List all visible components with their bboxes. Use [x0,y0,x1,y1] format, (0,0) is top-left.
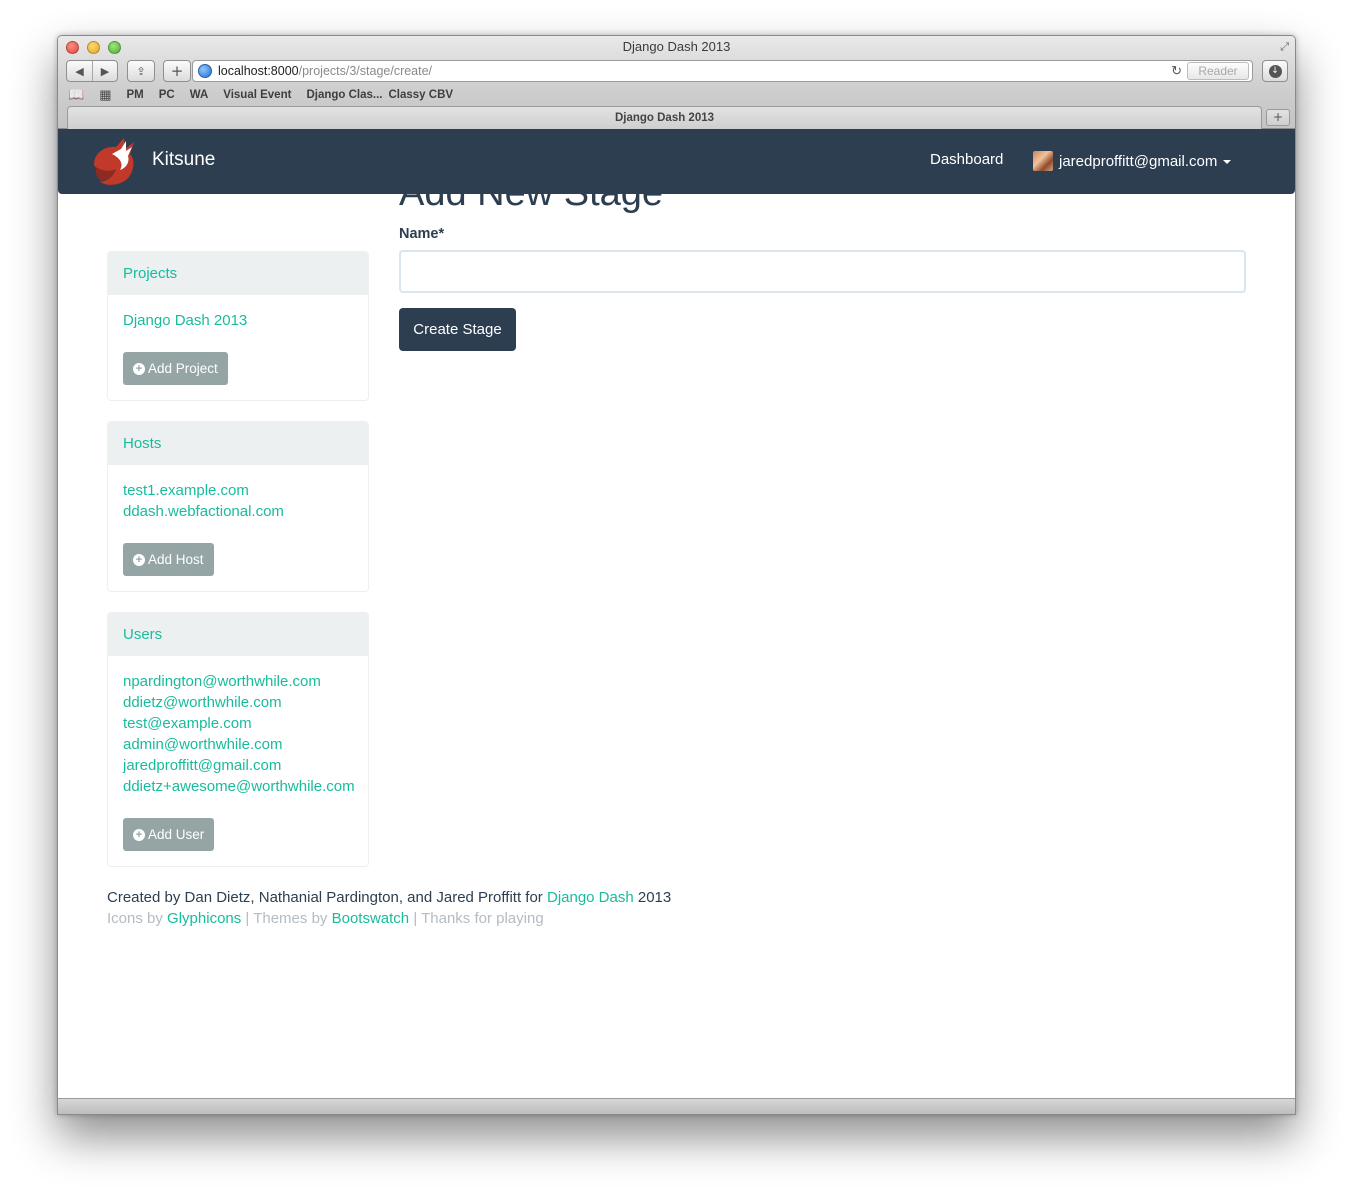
bookmark-item[interactable]: Django Clas... [306,89,382,101]
footer-attribution: Icons by Glyphicons | Themes by Bootswat… [107,908,671,929]
users-panel: Users npardington@worthwhile.com ddietz@… [107,612,369,867]
bootswatch-link[interactable]: Bootswatch [332,910,410,927]
status-bar [58,1098,1295,1114]
reading-list-icon[interactable]: 📖 [68,87,84,103]
credits-text: Created by Dan Dietz, Nathanial Pardingt… [107,889,543,906]
window-title: Django Dash 2013 [622,39,731,54]
icons-by-text: Icons by [107,910,163,927]
plus-icon: + [170,62,184,80]
user-email: jaredproffitt@gmail.com [1059,152,1218,170]
user-link[interactable]: admin@worthwhile.com [123,734,353,755]
downloads-button[interactable]: ↓ [1262,60,1288,82]
users-body: npardington@worthwhile.com ddietz@worthw… [108,656,368,866]
user-link[interactable]: npardington@worthwhile.com [123,671,353,692]
download-icon: ↓ [1268,64,1282,78]
new-tab-icon[interactable]: + [1266,109,1290,126]
project-link[interactable]: Django Dash 2013 [123,310,353,331]
bookmarks-bar: 📖 ▦ PM PC WA Visual Event Django Clas...… [68,86,453,104]
user-link[interactable]: jaredproffitt@gmail.com [123,755,353,776]
top-sites-icon[interactable]: ▦ [99,87,111,103]
user-link[interactable]: test@example.com [123,713,353,734]
glyphicons-link[interactable]: Glyphicons [167,910,241,927]
browser-chrome: Django Dash 2013 ⤢ ◀ ▶ ⇪ + localhost:800… [58,36,1295,129]
url-text: localhost:8000/projects/3/stage/create/ [218,61,432,81]
back-icon[interactable]: ◀ [67,61,92,81]
forward-icon[interactable]: ▶ [92,61,117,81]
projects-body: Django Dash 2013 + Add Project [108,295,368,400]
thanks-text: | Thanks for playing [413,910,544,927]
host-link[interactable]: test1.example.com [123,480,353,501]
plus-circle-icon: + [133,553,145,566]
url-host: localhost:8000 [218,64,299,78]
reload-icon[interactable]: ↻ [1171,61,1182,81]
plus-circle-icon: + [133,828,145,841]
name-input[interactable] [399,250,1246,293]
tab-django-dash[interactable]: Django Dash 2013 [67,106,1262,129]
plus-circle-icon: + [133,362,145,375]
add-project-label: Add Project [148,361,218,376]
add-user-button[interactable]: + Add User [123,818,215,851]
host-link[interactable]: ddash.webfactional.com [123,501,353,522]
hosts-body: test1.example.com ddash.webfactional.com… [108,465,368,591]
add-bookmark-button[interactable]: + [163,60,191,82]
user-link[interactable]: ddietz@worthwhile.com [123,692,353,713]
hosts-panel: Hosts test1.example.com ddash.webfaction… [107,421,369,592]
browser-window: Django Dash 2013 ⤢ ◀ ▶ ⇪ + localhost:800… [57,35,1296,1115]
user-link[interactable]: ddietz+awesome@worthwhile.com [123,776,355,797]
page-title: Add New Stage [399,172,664,214]
globe-icon [198,64,212,78]
credits-year: 2013 [637,889,672,906]
bookmark-item[interactable]: PM [126,89,143,101]
footer: Created by Dan Dietz, Nathanial Pardingt… [107,887,671,929]
share-button[interactable]: ⇪ [127,60,155,82]
tab-bar: Django Dash 2013 + [58,106,1295,129]
web-page: Kitsune Dashboard jaredproffitt@gmail.co… [58,129,1295,1099]
fullscreen-icon[interactable]: ⤢ [1280,40,1289,54]
add-project-button[interactable]: + Add Project [123,352,228,385]
brand-link[interactable]: Kitsune [152,149,215,171]
avatar [1033,151,1053,171]
url-path: /projects/3/stage/create/ [298,64,433,78]
create-stage-button[interactable]: Create Stage [399,308,516,351]
name-label: Name* [399,226,445,242]
caret-down-icon [1223,160,1232,164]
footer-credits: Created by Dan Dietz, Nathanial Pardingt… [107,887,671,908]
history-nav: ◀ ▶ [66,60,118,82]
kitsune-logo-icon[interactable] [90,137,138,187]
bookmark-item[interactable]: Classy CBV [388,89,453,101]
projects-heading[interactable]: Projects [108,252,368,295]
address-bar[interactable]: localhost:8000/projects/3/stage/create/ … [192,60,1253,82]
reader-button[interactable]: Reader [1187,62,1249,80]
dashboard-link[interactable]: Dashboard [930,151,1003,168]
add-host-label: Add Host [148,552,204,567]
users-heading[interactable]: Users [108,613,368,656]
bookmark-item[interactable]: Visual Event [223,89,291,101]
add-user-label: Add User [148,827,205,842]
user-menu[interactable]: jaredproffitt@gmail.com [1033,150,1232,172]
themes-by-text: | Themes by [245,910,328,927]
bookmark-item[interactable]: WA [190,89,209,101]
hosts-heading[interactable]: Hosts [108,422,368,465]
projects-panel: Projects Django Dash 2013 + Add Project [107,251,369,401]
add-host-button[interactable]: + Add Host [123,543,214,576]
navbar: Kitsune Dashboard jaredproffitt@gmail.co… [58,129,1295,194]
bookmark-item[interactable]: PC [159,89,175,101]
share-icon: ⇪ [136,64,146,78]
django-dash-link[interactable]: Django Dash [547,889,634,906]
